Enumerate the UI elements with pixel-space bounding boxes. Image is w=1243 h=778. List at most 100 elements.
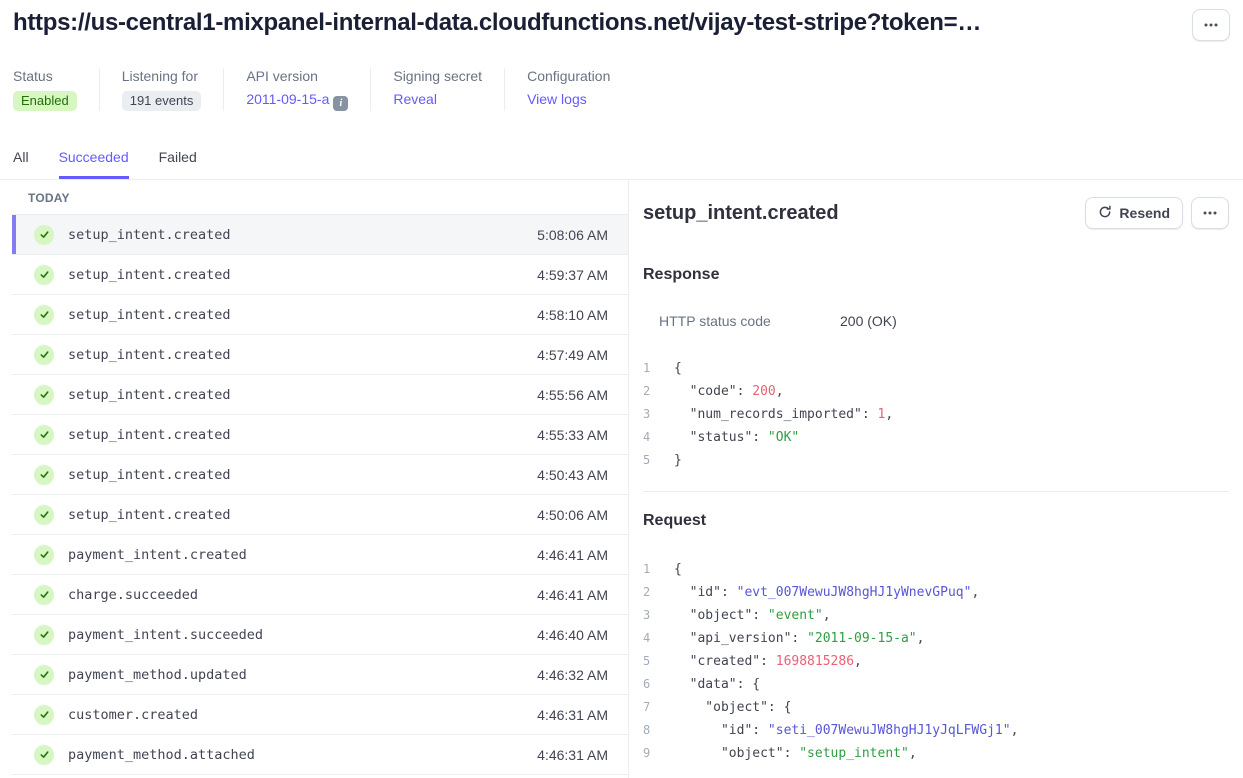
code-text: "code": 200, [674, 380, 784, 403]
meta-label: API version [246, 68, 348, 84]
tab-all[interactable]: All [13, 149, 29, 179]
http-status-label: HTTP status code [659, 313, 840, 329]
success-check-icon [34, 425, 54, 445]
info-icon[interactable]: i [333, 96, 348, 111]
meta-api-version: API version 2011-09-15-a i [246, 68, 371, 111]
ellipsis-icon [1203, 211, 1217, 215]
success-check-icon [34, 265, 54, 285]
success-check-icon [34, 225, 54, 245]
line-number: 5 [643, 650, 657, 673]
event-row[interactable]: customer.created4:46:31 AM [12, 695, 628, 735]
event-time: 4:46:31 AM [537, 707, 608, 723]
section-divider [643, 491, 1229, 492]
code-text: "object": "setup_intent", [674, 742, 917, 765]
view-logs-link[interactable]: View logs [527, 91, 587, 107]
code-text: { [674, 558, 682, 581]
code-text: } [674, 449, 682, 472]
page-header: https://us-central1-mixpanel-internal-da… [0, 0, 1243, 41]
line-number: 1 [643, 558, 657, 581]
meta-label: Configuration [527, 68, 610, 84]
http-status-value: 200 (OK) [840, 313, 897, 329]
event-time: 4:55:56 AM [537, 387, 608, 403]
event-row[interactable]: payment_method.attached 4:46:31 AM [12, 735, 628, 775]
event-row[interactable]: setup_intent.created 4:50:06 AM [12, 495, 628, 535]
tab-succeeded[interactable]: Succeeded [59, 149, 129, 179]
meta-configuration: Configuration View logs [527, 68, 632, 111]
success-check-icon [34, 385, 54, 405]
code-text: "api_version": "2011-09-15-a", [674, 627, 924, 650]
line-number: 1 [643, 357, 657, 380]
event-filter-tabs: All Succeeded Failed [0, 149, 1243, 180]
event-row[interactable]: charge.succeeded 4:46:41 AM [12, 575, 628, 615]
event-time: 4:46:41 AM [537, 587, 608, 603]
code-text: "created": 1698815286, [674, 650, 862, 673]
request-code: 1{2 "id": "evt_007WewuJW8hgHJ1yWnevGPuq"… [643, 558, 1229, 765]
event-name: setup_intent.created [68, 467, 231, 483]
line-number: 6 [643, 673, 657, 696]
event-name: setup_intent.created [68, 307, 231, 323]
line-number: 4 [643, 426, 657, 449]
event-row[interactable]: setup_intent.created4:57:49 AM [12, 335, 628, 375]
success-check-icon [34, 545, 54, 565]
success-check-icon [34, 745, 54, 765]
line-number: 9 [643, 742, 657, 765]
ellipsis-icon [1204, 23, 1218, 27]
header-overflow-button[interactable] [1192, 9, 1230, 41]
reveal-secret-link[interactable]: Reveal [393, 91, 437, 107]
event-name: payment_intent.created [68, 547, 247, 563]
success-check-icon [34, 465, 54, 485]
event-time: 4:58:10 AM [537, 307, 608, 323]
http-status-row: HTTP status code 200 (OK) [643, 313, 1229, 329]
meta-signing-secret: Signing secret Reveal [393, 68, 505, 111]
event-time: 4:55:33 AM [537, 427, 608, 443]
event-row[interactable]: setup_intent.created4:55:33 AM [12, 415, 628, 455]
line-number: 5 [643, 449, 657, 472]
success-check-icon [34, 625, 54, 645]
tab-failed[interactable]: Failed [159, 149, 197, 179]
success-check-icon [34, 585, 54, 605]
event-time: 4:50:43 AM [537, 467, 608, 483]
event-time: 4:46:32 AM [537, 667, 608, 683]
event-row[interactable]: setup_intent.created4:55:56 AM [12, 375, 628, 415]
api-version-link[interactable]: 2011-09-15-a [246, 91, 329, 107]
event-list-pane: TODAY setup_intent.created5:08:06 AMsetu… [0, 180, 629, 778]
status-badge: Enabled [13, 91, 77, 111]
code-text: "object": "event", [674, 604, 831, 627]
event-name: charge.succeeded [68, 587, 198, 603]
event-row[interactable]: payment_intent.created4:46:41 AM [12, 535, 628, 575]
success-check-icon [34, 505, 54, 525]
event-row[interactable]: payment_method.updated 4:46:32 AM [12, 655, 628, 695]
code-text: "id": "seti_007WewuJW8hgHJ1yJqLFWGj1", [674, 719, 1018, 742]
event-row[interactable]: setup_intent.created 4:50:43 AM [12, 455, 628, 495]
event-row[interactable]: setup_intent.created4:59:37 AM [12, 255, 628, 295]
event-detail-pane: setup_intent.created Resend Response HTT… [629, 180, 1243, 778]
event-row[interactable]: setup_intent.created5:08:06 AM [12, 215, 628, 255]
event-time: 4:57:49 AM [537, 347, 608, 363]
code-text: "object": { [674, 696, 791, 719]
event-time: 4:59:37 AM [537, 267, 608, 283]
success-check-icon [34, 705, 54, 725]
line-number: 3 [643, 403, 657, 426]
event-group-header: TODAY [12, 180, 628, 215]
events-count-badge: 191 events [122, 91, 202, 111]
event-time: 4:46:31 AM [537, 747, 608, 763]
line-number: 2 [643, 380, 657, 403]
endpoint-meta-row: Status Enabled Listening for 191 events … [0, 68, 1243, 111]
response-code: 1{2 "code": 200,3 "num_records_imported"… [643, 357, 1229, 472]
event-row[interactable]: setup_intent.created 4:58:10 AM [12, 295, 628, 335]
meta-status: Status Enabled [13, 68, 100, 111]
resend-button-label: Resend [1119, 205, 1170, 221]
code-text: "id": "evt_007WewuJW8hgHJ1yWnevGPuq", [674, 581, 979, 604]
event-time: 5:08:06 AM [537, 227, 608, 243]
event-row[interactable]: payment_intent.succeeded4:46:40 AM [12, 615, 628, 655]
event-name: payment_intent.succeeded [68, 627, 263, 643]
code-text: "num_records_imported": 1, [674, 403, 893, 426]
event-time: 4:50:06 AM [537, 507, 608, 523]
resend-refresh-icon [1098, 205, 1112, 222]
event-name: payment_method.updated [68, 667, 247, 683]
detail-overflow-button[interactable] [1191, 197, 1229, 229]
meta-label: Signing secret [393, 68, 482, 84]
event-name: payment_method.attached [68, 747, 255, 763]
resend-button[interactable]: Resend [1085, 197, 1183, 229]
event-name: setup_intent.created [68, 507, 231, 523]
